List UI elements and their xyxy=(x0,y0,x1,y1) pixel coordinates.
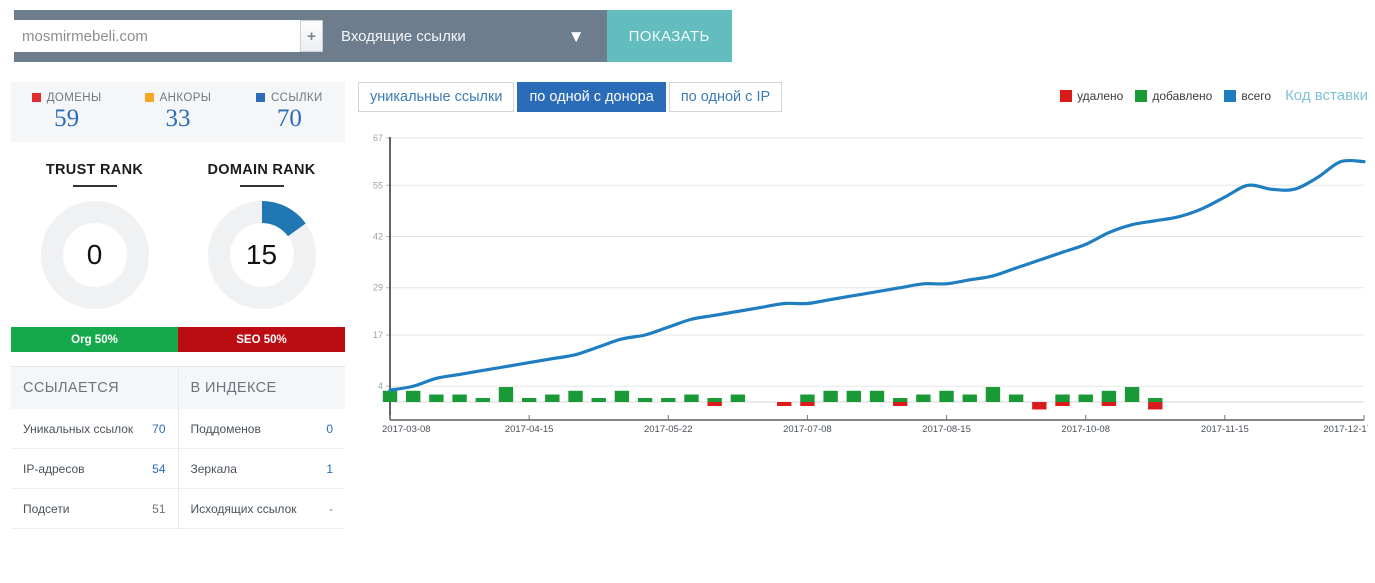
svg-text:2017-04-15: 2017-04-15 xyxy=(505,424,554,435)
svg-text:2017-12-17: 2017-12-17 xyxy=(1323,424,1368,435)
search-toolbar: + Входящие ссылки ▼ ПОКАЗАТЬ xyxy=(14,10,732,62)
page-root: + Входящие ссылки ▼ ПОКАЗАТЬ ДОМЕНЫ 59 А… xyxy=(0,0,1375,583)
svg-text:29: 29 xyxy=(373,283,383,293)
domains-color-swatch-icon xyxy=(31,93,41,102)
row-label: Подсети xyxy=(23,501,70,516)
svg-text:2017-05-22: 2017-05-22 xyxy=(644,424,693,435)
table-row: Исходящих ссылок - xyxy=(178,489,345,529)
kpi-domains-head: ДОМЕНЫ xyxy=(11,92,122,104)
anchors-color-swatch-icon xyxy=(144,93,154,102)
legend-item-removed: удалено xyxy=(1060,89,1123,103)
svg-text:2017-11-15: 2017-11-15 xyxy=(1201,424,1249,435)
trust-rank-gauge: 0 xyxy=(11,201,178,309)
kpi-anchors: АНКОРЫ 33 xyxy=(122,92,233,133)
kpi-domains: ДОМЕНЫ 59 xyxy=(11,92,122,133)
svg-text:67: 67 xyxy=(373,133,383,143)
domain-rank-value: 15 xyxy=(245,239,278,270)
svg-text:2017-07-08: 2017-07-08 xyxy=(783,424,832,435)
total-color-swatch-icon xyxy=(1224,89,1237,102)
seo-share-segment: SEO 50% xyxy=(178,327,345,352)
mode-label: Входящие ссылки xyxy=(341,27,466,45)
legend-label: всего xyxy=(1241,88,1272,103)
removed-color-swatch-icon xyxy=(1060,89,1073,102)
kpi-anchors-head: АНКОРЫ xyxy=(122,92,233,104)
kpi-links-label: ССЫЛКИ xyxy=(270,91,323,104)
search-input[interactable] xyxy=(14,20,301,52)
links-color-swatch-icon xyxy=(255,93,265,102)
row-label: Уникальных ссылок xyxy=(23,421,134,436)
svg-text:2017-08-15: 2017-08-15 xyxy=(922,424,971,435)
url-field-group: + xyxy=(14,20,323,52)
trust-rank-block: TRUST RANK 0 xyxy=(11,162,178,309)
row-label: IP-адресов xyxy=(23,461,85,476)
row-value: - xyxy=(329,501,333,516)
chart-legend: удалено добавлено всего Код вставки xyxy=(1060,87,1368,104)
row-label: Поддоменов xyxy=(190,421,261,436)
svg-text:2017-10-08: 2017-10-08 xyxy=(1061,424,1110,435)
tab-unique-links[interactable]: уникальные ссылки xyxy=(358,82,515,112)
indexed-table: В ИНДЕКСЕ Поддоменов 0 Зеркала 1 Исходящ… xyxy=(177,367,345,529)
domain-rank-title: DOMAIN RANK xyxy=(207,162,316,178)
added-color-swatch-icon xyxy=(1135,89,1148,102)
tab-one-per-ip[interactable]: по одной с IP xyxy=(668,82,783,112)
show-button[interactable]: ПОКАЗАТЬ xyxy=(606,10,732,62)
row-label: Зеркала xyxy=(190,461,237,476)
row-value: 70 xyxy=(152,421,166,436)
table-row: Поддоменов 0 xyxy=(178,409,345,449)
table-row: Подсети 51 xyxy=(11,489,178,529)
table-row: Зеркала 1 xyxy=(178,449,345,489)
indexed-table-header: В ИНДЕКСЕ xyxy=(178,367,345,409)
svg-text:55: 55 xyxy=(373,180,383,190)
domain-rank-gauge: 15 xyxy=(178,201,345,309)
chart-svg: 4 17 29 42 55 67 2017-03-08 2017-04-15 2017-05-2… xyxy=(373,133,1368,435)
stats-tables: ССЫЛАЕТСЯ Уникальных ссылок 70 IP-адресо… xyxy=(11,366,345,529)
svg-text:2017-03-08: 2017-03-08 xyxy=(382,424,431,435)
kpi-links: ССЫЛКИ 70 xyxy=(234,92,345,133)
svg-text:4: 4 xyxy=(378,381,383,391)
sidebar: ДОМЕНЫ 59 АНКОРЫ 33 ССЫЛКИ 70 TRUST RANK… xyxy=(11,82,345,529)
row-value: 0 xyxy=(326,421,333,436)
svg-text:42: 42 xyxy=(373,232,383,242)
legend-label: удалено xyxy=(1077,88,1124,103)
trust-rank-value: 0 xyxy=(86,239,103,270)
chart-panel: уникальные ссылки по одной с донора по о… xyxy=(358,82,1368,455)
table-row: Уникальных ссылок 70 xyxy=(11,409,178,449)
trust-rank-rule xyxy=(72,185,117,187)
referring-table-header: ССЫЛАЕТСЯ xyxy=(11,367,178,409)
kpi-domains-value: 59 xyxy=(54,104,80,132)
tab-one-per-donor[interactable]: по одной с донора xyxy=(517,82,666,112)
links-timeline-chart: 4 17 29 42 55 67 2017-03-08 2017-04-15 2017-05-2… xyxy=(358,130,1368,455)
kpi-anchors-value: 33 xyxy=(165,104,191,132)
svg-text:17: 17 xyxy=(373,330,383,340)
kpi-anchors-label: АНКОРЫ xyxy=(159,91,212,104)
row-value: 54 xyxy=(152,461,166,476)
legend-item-added: добавлено xyxy=(1135,89,1212,103)
row-value: 1 xyxy=(326,461,333,476)
legend-item-total: всего xyxy=(1224,89,1271,103)
rank-gauges: TRUST RANK 0 DOMAIN RANK 15 xyxy=(11,162,345,309)
domain-rank-block: DOMAIN RANK 15 xyxy=(178,162,345,309)
kpi-domains-label: ДОМЕНЫ xyxy=(46,91,102,104)
domain-rank-rule xyxy=(239,185,284,187)
trust-rank-title: TRUST RANK xyxy=(45,162,144,178)
kpi-links-head: ССЫЛКИ xyxy=(234,92,345,104)
chevron-down-icon[interactable]: ▼ xyxy=(568,28,585,45)
table-row: IP-адресов 54 xyxy=(11,449,178,489)
kpi-summary: ДОМЕНЫ 59 АНКОРЫ 33 ССЫЛКИ 70 xyxy=(11,82,345,142)
row-value: 51 xyxy=(152,501,166,516)
add-icon[interactable]: + xyxy=(300,20,323,52)
legend-label: добавлено xyxy=(1152,88,1213,103)
referring-table: ССЫЛАЕТСЯ Уникальных ссылок 70 IP-адресо… xyxy=(11,367,178,529)
kpi-links-value: 70 xyxy=(276,104,302,132)
row-label: Исходящих ссылок xyxy=(190,501,297,516)
org-seo-split-bar: Org 50% SEO 50% xyxy=(11,327,345,352)
embed-code-link[interactable]: Код вставки xyxy=(1285,87,1368,104)
org-share-segment: Org 50% xyxy=(11,327,178,352)
